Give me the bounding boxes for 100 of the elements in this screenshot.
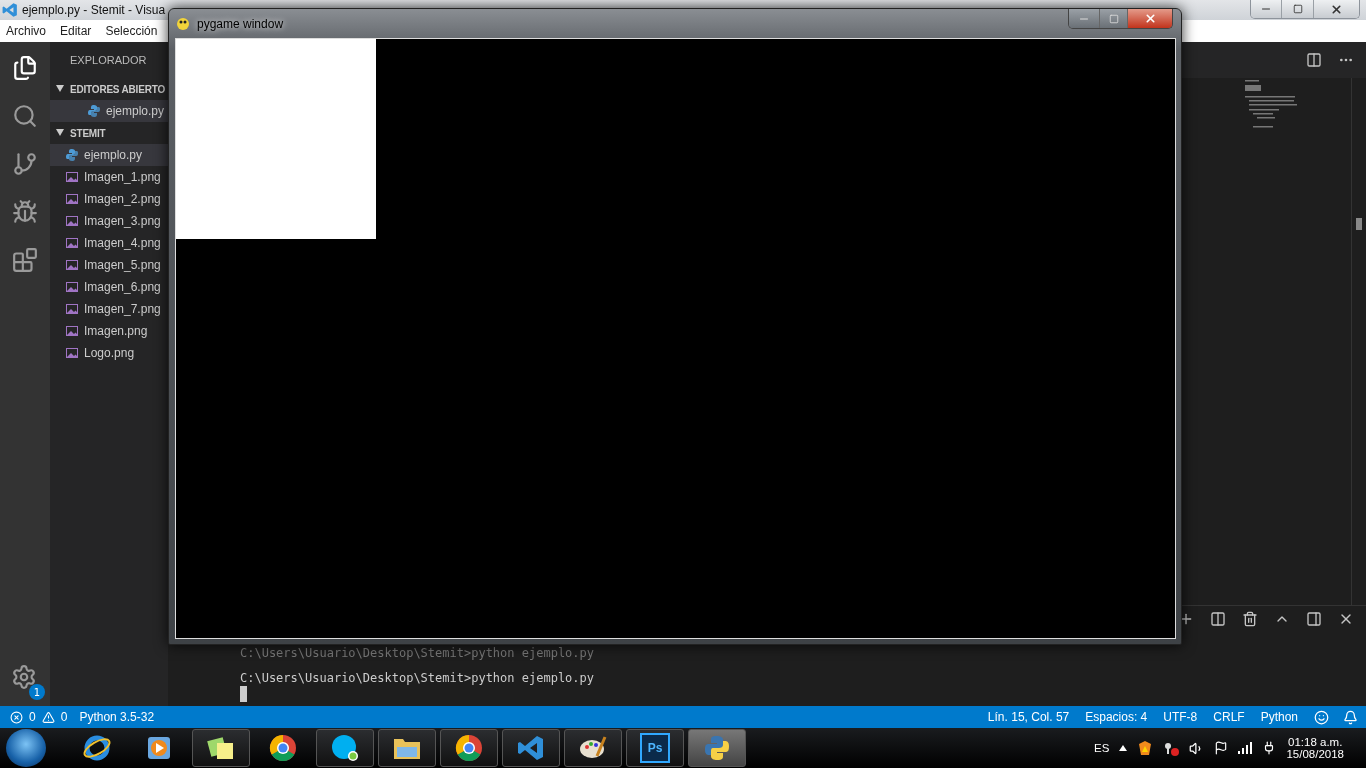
clock[interactable]: 01:18 a.m. 15/08/2018	[1286, 736, 1344, 760]
taskbar-button[interactable]	[316, 729, 374, 767]
signal-icon[interactable]	[1238, 742, 1253, 754]
taskbar-button[interactable]	[688, 729, 746, 767]
image-file-icon	[66, 215, 78, 227]
error-icon	[10, 710, 23, 724]
file-name: Imagen_2.png	[84, 192, 161, 206]
taskbar-button[interactable]: Ps	[626, 729, 684, 767]
section-header[interactable]: EDITORES ABIERTO	[50, 78, 168, 100]
file-row[interactable]: Imagen_7.png	[50, 298, 168, 320]
file-row[interactable]: ejemplo.py	[50, 144, 168, 166]
taskbar-button[interactable]	[440, 729, 498, 767]
file-name: Imagen.png	[84, 324, 148, 338]
branch-icon[interactable]	[12, 151, 38, 177]
file-row[interactable]: Imagen_4.png	[50, 232, 168, 254]
section-header[interactable]: STEMIT	[50, 122, 168, 144]
warning-icon	[41, 710, 55, 724]
file-name: Imagen_5.png	[84, 258, 161, 272]
terminal-line: C:\Users\Usuario\Desktop\Stemit>python ejemplo.py	[240, 671, 594, 686]
play-icon	[146, 735, 172, 761]
error-count[interactable]: 0	[29, 710, 36, 724]
file-row[interactable]: Imagen_3.png	[50, 210, 168, 232]
language-indicator[interactable]: ES	[1094, 742, 1110, 754]
menu-item[interactable]: Editar	[60, 24, 92, 38]
file-row[interactable]: Imagen_6.png	[50, 276, 168, 298]
image-file-icon	[66, 259, 78, 271]
start-button[interactable]	[6, 729, 46, 767]
file-name: Imagen_6.png	[84, 280, 161, 294]
tray-arrow-icon[interactable]	[1119, 745, 1128, 751]
file-row[interactable]: Imagen.png	[50, 320, 168, 342]
file-name: Imagen_7.png	[84, 302, 161, 316]
status-item[interactable]: CRLF	[1213, 710, 1245, 724]
wheel-icon	[455, 734, 483, 762]
extensions-icon[interactable]	[12, 247, 38, 273]
sidebar-title: EXPLORADOR	[69, 53, 148, 68]
interpreter-label[interactable]: Python 3.5-32	[79, 710, 155, 724]
notification-badge: 1	[29, 684, 45, 700]
snake-file-icon	[66, 149, 78, 161]
file-row[interactable]: Imagen_5.png	[50, 254, 168, 276]
maximize-icon	[1108, 13, 1119, 24]
files-icon[interactable]	[12, 55, 38, 81]
close-icon	[1143, 12, 1157, 25]
image-file-icon	[66, 325, 78, 337]
notes-icon	[206, 734, 236, 762]
status-item[interactable]: UTF-8	[1163, 710, 1198, 724]
close-button[interactable]	[1313, 0, 1359, 18]
minimap-drawing	[1245, 80, 1297, 128]
restore-icon	[1292, 4, 1303, 14]
taskbar-button[interactable]	[378, 729, 436, 767]
status-item[interactable]: Python	[1260, 710, 1298, 724]
bell-icon[interactable]	[1343, 709, 1358, 725]
app-logo: Ps	[640, 733, 670, 763]
window-title: ejemplo.py - Stemit - Visua	[22, 3, 166, 17]
menu-item[interactable]: Archivo	[6, 24, 46, 38]
file-name: Imagen_1.png	[84, 170, 161, 184]
panel-icon[interactable]	[1306, 611, 1322, 627]
search-icon[interactable]	[12, 103, 38, 129]
ring-icon	[82, 733, 112, 763]
file-name: ejemplo.py	[84, 148, 143, 162]
image-file-icon	[66, 303, 78, 315]
snake-file-icon	[88, 105, 100, 117]
window-title: pygame window	[197, 16, 284, 31]
split-terminal-icon[interactable]	[1210, 611, 1226, 627]
status-item[interactable]: Lín. 15, Col. 57	[987, 710, 1070, 724]
shield-warning-icon[interactable]	[1137, 740, 1154, 756]
code-logo-icon	[2, 2, 18, 18]
close-icon	[1330, 2, 1343, 16]
file-row[interactable]: ejemplo.py	[50, 100, 168, 122]
taskbar-button[interactable]	[192, 729, 250, 767]
menu-item[interactable]: Selección	[105, 24, 158, 38]
file-row[interactable]: Imagen_2.png	[50, 188, 168, 210]
bug-icon[interactable]	[12, 199, 38, 225]
image-file-icon	[66, 171, 78, 183]
file-name: Imagen_4.png	[84, 236, 161, 250]
file-row[interactable]: Logo.png	[50, 342, 168, 364]
file-name: Logo.png	[84, 346, 135, 360]
restore-button[interactable]	[1281, 0, 1313, 18]
smiley-icon[interactable]	[1314, 709, 1329, 725]
wheel-icon	[269, 734, 297, 762]
scroll-thumb[interactable]	[1356, 218, 1362, 230]
trash-icon[interactable]	[1242, 611, 1258, 627]
date: 15/08/2018	[1286, 748, 1344, 760]
image-file-icon	[66, 193, 78, 205]
file-name: Imagen_3.png	[84, 214, 161, 228]
split-editor-icon[interactable]	[1306, 52, 1322, 68]
section-title: EDITORES ABIERTO	[70, 83, 165, 95]
close-button[interactable]	[1127, 9, 1172, 28]
file-row[interactable]: Imagen_1.png	[50, 166, 168, 188]
minimize-button[interactable]	[1251, 0, 1281, 18]
settings-icon[interactable]	[11, 664, 37, 690]
time: 01:18 a.m.	[1288, 736, 1343, 748]
flag-icon[interactable]	[1214, 741, 1229, 755]
network-error-icon[interactable]	[1163, 740, 1180, 756]
taskbar-button[interactable]	[564, 729, 622, 767]
status-item[interactable]: Espacios: 4	[1085, 710, 1148, 724]
code-icon	[517, 734, 545, 762]
warning-count[interactable]: 0	[60, 710, 68, 724]
chat-bubble-icon	[331, 734, 359, 762]
image-file-icon	[66, 347, 78, 359]
maximize-button[interactable]	[1099, 9, 1127, 28]
